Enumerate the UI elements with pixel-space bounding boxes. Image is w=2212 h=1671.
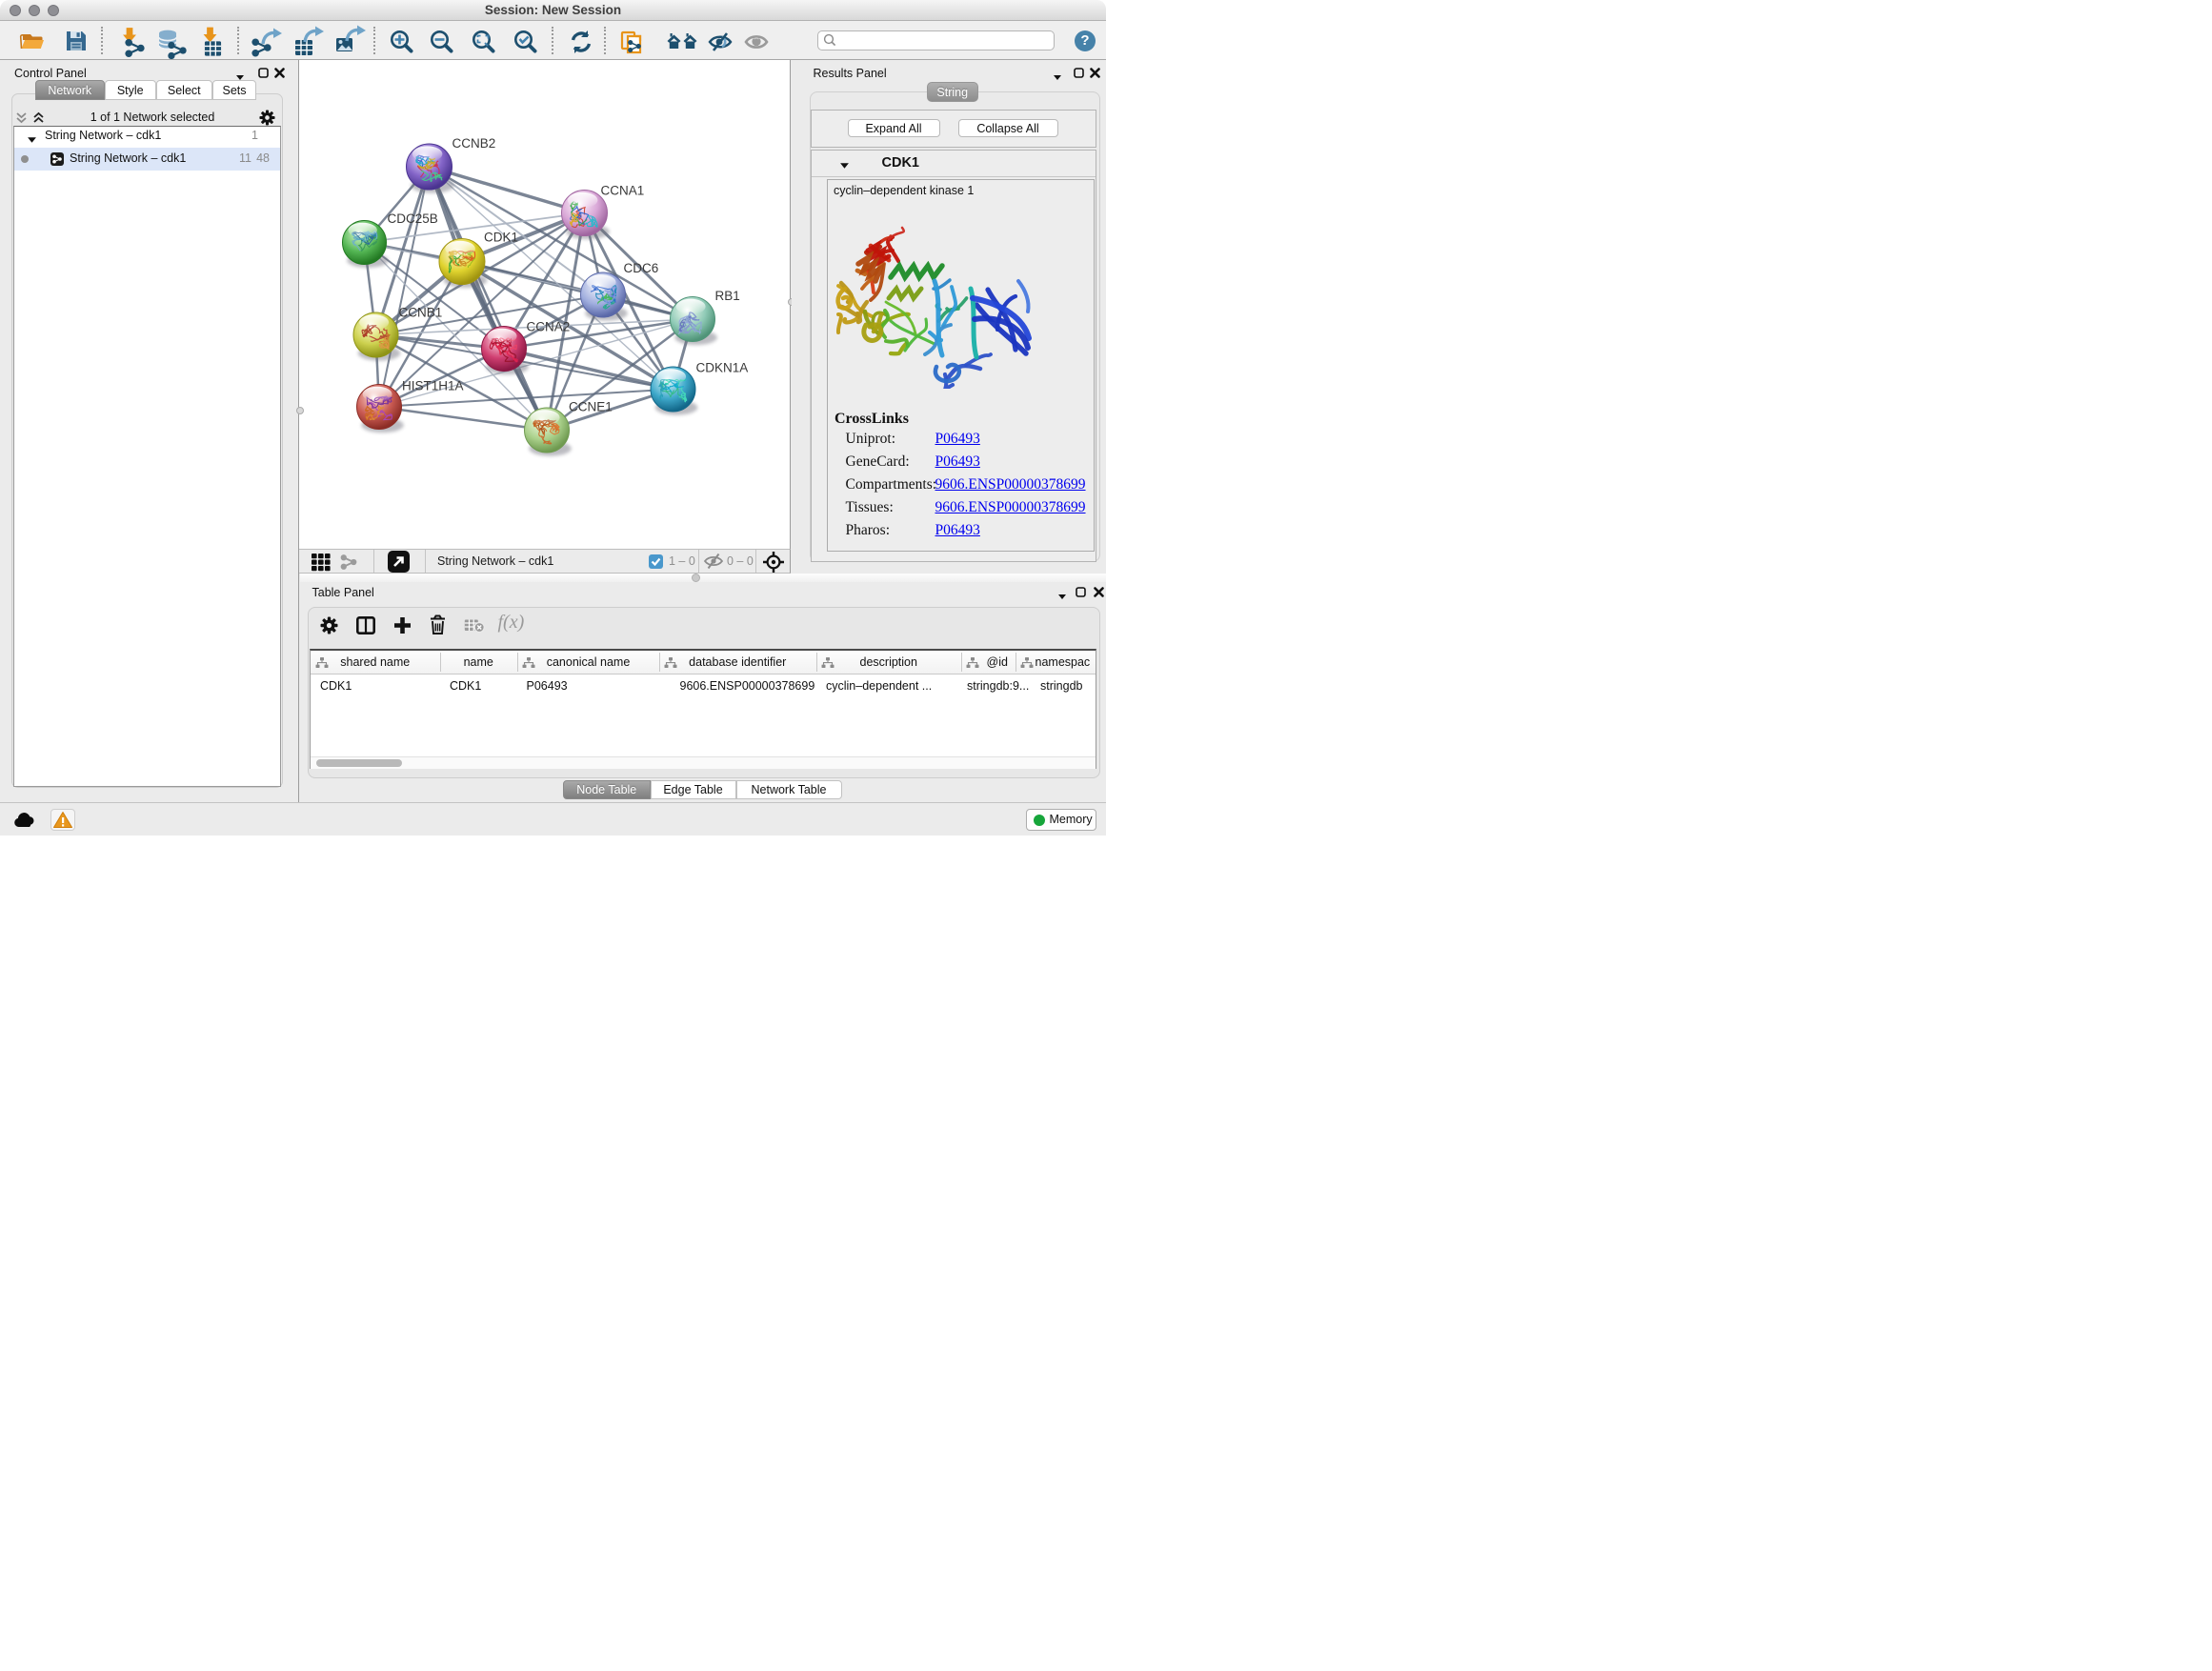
svg-text:CDC25B: CDC25B <box>388 211 438 226</box>
svg-text:CDKN1A: CDKN1A <box>696 361 749 375</box>
svg-text:RB1: RB1 <box>715 289 740 303</box>
svg-text:CCNA2: CCNA2 <box>527 320 571 334</box>
svg-text:HIST1H1A: HIST1H1A <box>402 379 464 393</box>
svg-text:CCNB2: CCNB2 <box>452 136 496 151</box>
svg-text:CCNE1: CCNE1 <box>569 400 613 414</box>
svg-text:CDK1: CDK1 <box>484 231 518 245</box>
svg-text:CDC6: CDC6 <box>624 261 659 275</box>
svg-text:CCNA1: CCNA1 <box>601 184 645 198</box>
svg-text:CCNB1: CCNB1 <box>399 306 443 320</box>
